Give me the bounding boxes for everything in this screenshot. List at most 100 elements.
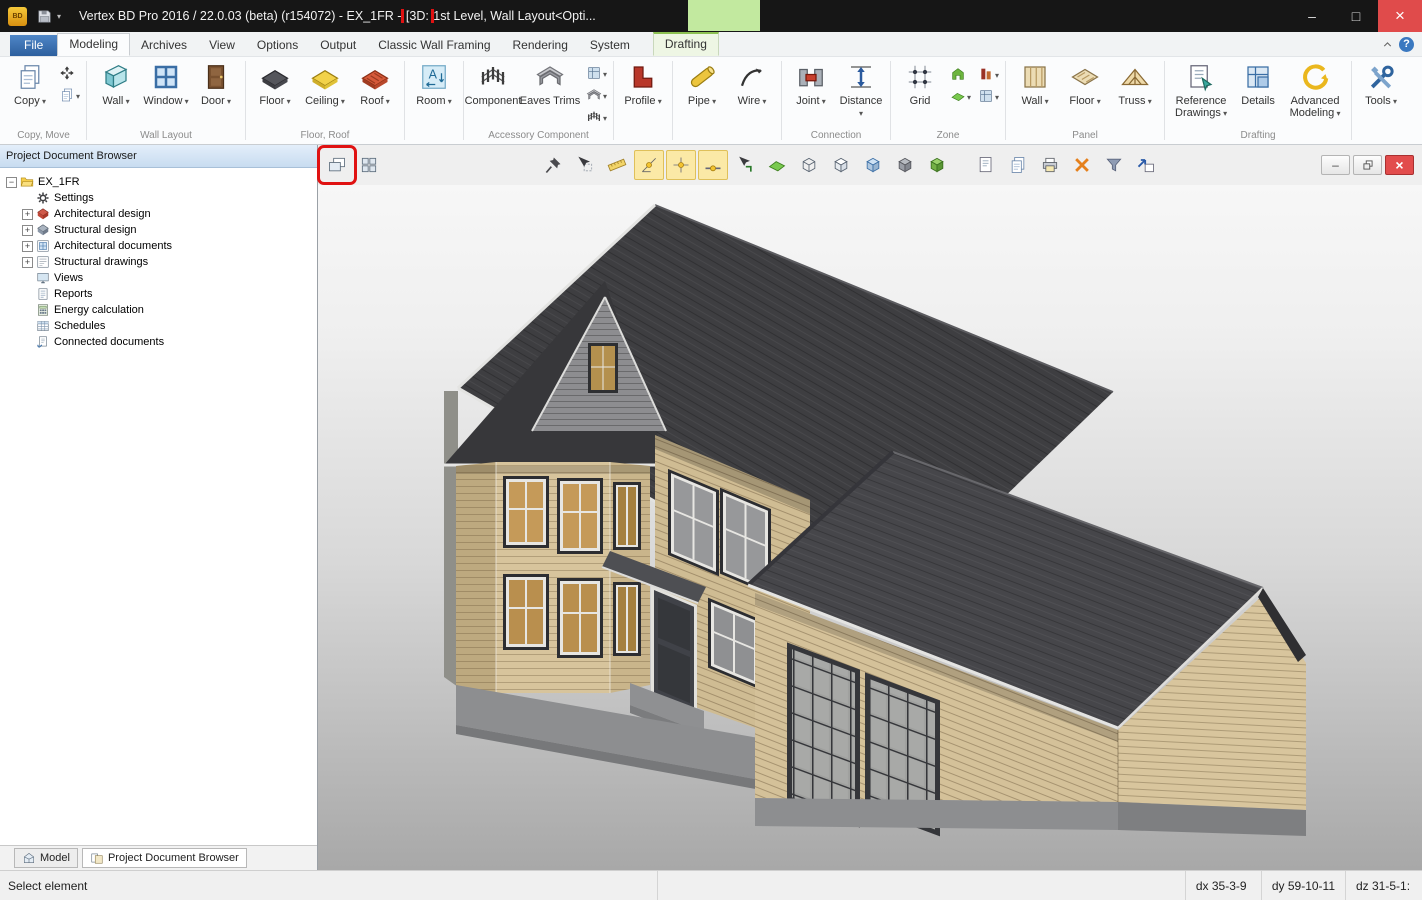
grid-button[interactable]: Grid xyxy=(895,59,945,107)
zone-tool-3-button[interactable] xyxy=(948,86,973,105)
pipe-button[interactable]: Pipe xyxy=(677,59,727,107)
snap-edge-tool[interactable] xyxy=(698,150,728,180)
export-view-tool[interactable] xyxy=(1131,150,1161,180)
view-close-button[interactable]: × xyxy=(1385,155,1414,175)
ribbon-group-panel: Wall Floor Truss Panel xyxy=(1007,57,1163,144)
measure-tool[interactable] xyxy=(602,150,632,180)
tree-item-reports[interactable]: Reports xyxy=(0,286,317,302)
hidden-line-view-tool[interactable] xyxy=(826,150,856,180)
accessory-option-3-button[interactable] xyxy=(584,107,609,126)
maximize-button[interactable]: □ xyxy=(1334,0,1378,32)
wall-button[interactable]: Wall xyxy=(91,59,141,107)
tile-views-tool[interactable] xyxy=(354,150,384,180)
filter-tool[interactable] xyxy=(1099,150,1129,180)
zone-tool-4-button[interactable] xyxy=(976,86,1001,105)
ribbon-group-tools: Tools xyxy=(1353,57,1409,144)
tree-expander-icon[interactable]: + xyxy=(22,241,33,252)
view-properties-tool[interactable] xyxy=(971,150,1001,180)
new-view-window-tool[interactable] xyxy=(322,150,352,180)
tree-item-energy-calculation[interactable]: Energy calculation xyxy=(0,302,317,318)
room-button[interactable]: A Room xyxy=(409,59,459,107)
zone-tool-1-button[interactable] xyxy=(948,64,973,83)
tree-item-architectural-documents[interactable]: +Architectural documents xyxy=(0,238,317,254)
profile-button[interactable]: Profile xyxy=(618,59,668,107)
tools-button[interactable]: Tools xyxy=(1356,59,1406,107)
tab-model[interactable]: Model xyxy=(14,848,78,868)
ceiling-button[interactable]: Ceiling xyxy=(300,59,350,107)
grid-label: Grid xyxy=(910,95,931,107)
accessory-option-1-button[interactable] xyxy=(584,63,609,82)
pick-element-tool[interactable] xyxy=(730,150,760,180)
print-tool[interactable] xyxy=(1035,150,1065,180)
tab-rendering[interactable]: Rendering xyxy=(502,35,579,56)
help-button[interactable]: ? xyxy=(1399,37,1414,52)
panel-wall-button[interactable]: Wall xyxy=(1010,59,1060,107)
truss-button[interactable]: Truss xyxy=(1110,59,1160,107)
rendered-view-tool[interactable] xyxy=(922,150,952,180)
tab-options[interactable]: Options xyxy=(246,35,309,56)
3d-viewport[interactable] xyxy=(318,185,1422,870)
tree-item-structural-drawings[interactable]: +Structural drawings xyxy=(0,254,317,270)
snap-vertex-tool[interactable] xyxy=(666,150,696,180)
pushpin-tool[interactable] xyxy=(538,150,568,180)
tab-file[interactable]: File xyxy=(10,35,57,56)
shade-face-tool[interactable] xyxy=(762,150,792,180)
tree-expander-icon[interactable]: + xyxy=(22,225,33,236)
door-button[interactable]: Door xyxy=(191,59,241,107)
shaded-view-tool[interactable] xyxy=(858,150,888,180)
panel-floor-button[interactable]: Floor xyxy=(1060,59,1110,107)
save-icon[interactable] xyxy=(36,8,53,25)
tab-project-document-browser[interactable]: Project Document Browser xyxy=(82,848,247,868)
distance-button[interactable]: Distance xyxy=(836,59,886,120)
copy-view-tool[interactable] xyxy=(1003,150,1033,180)
collapse-ribbon-button[interactable] xyxy=(1378,36,1396,53)
copy-button[interactable]: Copy xyxy=(5,59,55,107)
delete-tool[interactable] xyxy=(1067,150,1097,180)
select-transform-tool[interactable] xyxy=(570,150,600,180)
tree-item-views[interactable]: Views xyxy=(0,270,317,286)
window-new-icon xyxy=(327,155,347,175)
tab-output[interactable]: Output xyxy=(309,35,367,56)
tree-item-settings[interactable]: Settings xyxy=(0,190,317,206)
tab-classic-wall-framing[interactable]: Classic Wall Framing xyxy=(367,35,501,56)
eaves-trims-button[interactable]: Eaves Trims xyxy=(518,59,582,107)
tree-item-architectural-design[interactable]: +Architectural design xyxy=(0,206,317,222)
tab-view[interactable]: View xyxy=(198,35,246,56)
tab-drafting[interactable]: Drafting xyxy=(653,32,719,56)
close-button[interactable]: × xyxy=(1378,0,1422,32)
tree-item-schedules[interactable]: Schedules xyxy=(0,318,317,334)
zone-tool-2-button[interactable] xyxy=(976,64,1001,83)
solid-view-tool[interactable] xyxy=(890,150,920,180)
move-button[interactable] xyxy=(57,63,82,82)
tree-spacer xyxy=(22,305,33,316)
tree-item-structural-design[interactable]: +Structural design xyxy=(0,222,317,238)
tree-item-connected-documents[interactable]: Connected documents xyxy=(0,334,317,350)
panel-header: Project Document Browser xyxy=(0,145,317,168)
wireframe-view-tool[interactable] xyxy=(794,150,824,180)
tree-expander-icon[interactable]: + xyxy=(22,257,33,268)
quick-access-dropdown[interactable] xyxy=(57,12,61,21)
minimize-button[interactable]: – xyxy=(1290,0,1334,32)
tab-archives[interactable]: Archives xyxy=(130,35,198,56)
wire-button[interactable]: Wire xyxy=(727,59,777,107)
accessory-option-2-button[interactable] xyxy=(584,85,609,104)
accessory-option-1-icon xyxy=(586,65,602,81)
tree-expander-icon[interactable]: − xyxy=(6,177,17,188)
view-minimize-button[interactable]: – xyxy=(1321,155,1350,175)
component-icon xyxy=(478,62,508,92)
tree-item-ex-1fr[interactable]: −EX_1FR xyxy=(0,174,317,190)
details-button[interactable]: Details xyxy=(1233,59,1283,107)
reference-drawings-button[interactable]: Reference Drawings xyxy=(1169,59,1233,120)
tree-expander-icon[interactable]: + xyxy=(22,209,33,220)
tab-system[interactable]: System xyxy=(579,35,641,56)
floor-button[interactable]: Floor xyxy=(250,59,300,107)
window-button[interactable]: Window xyxy=(141,59,191,107)
joint-button[interactable]: Joint xyxy=(786,59,836,107)
snap-angle-tool[interactable] xyxy=(634,150,664,180)
tab-modeling[interactable]: Modeling xyxy=(57,33,130,56)
roof-button[interactable]: Roof xyxy=(350,59,400,107)
copy-parallel-button[interactable] xyxy=(57,85,82,104)
advanced-modeling-button[interactable]: Advanced Modeling xyxy=(1283,59,1347,120)
component-button[interactable]: Component xyxy=(468,59,518,107)
view-restore-button[interactable] xyxy=(1353,155,1382,175)
